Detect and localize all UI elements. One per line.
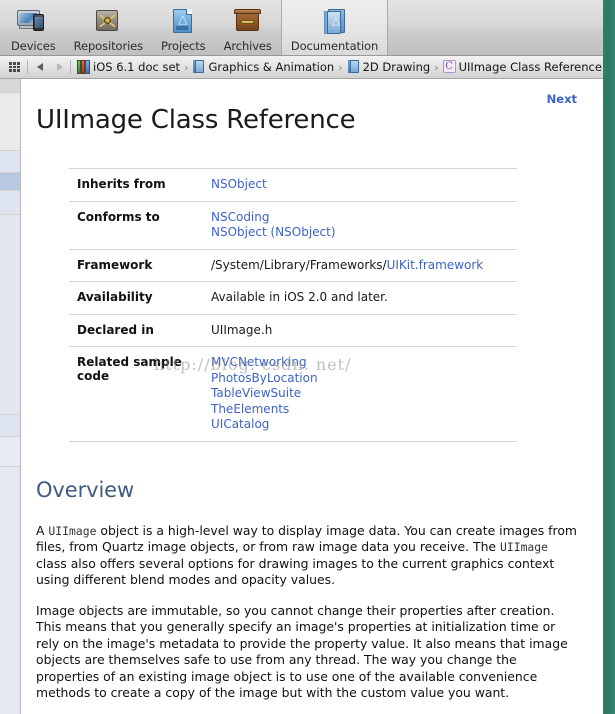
breadcrumb-item-docset[interactable]: iOS 6.1 doc set (77, 60, 180, 74)
breadcrumb-bar: iOS 6.1 doc set › Graphics & Animation ›… (0, 56, 603, 79)
tab-projects[interactable]: △ Projects (152, 0, 215, 55)
back-arrow-icon[interactable] (34, 60, 48, 74)
sidebar-row[interactable] (0, 215, 20, 415)
spec-key: Related sample code (69, 346, 211, 441)
spec-value-link[interactable]: MVCNetworking (211, 355, 307, 369)
breadcrumb-label-docset: iOS 6.1 doc set (93, 60, 181, 74)
tab-projects-label: Projects (161, 39, 206, 53)
sidebar-row[interactable] (0, 437, 20, 467)
table-row: Inherits from NSObject (69, 169, 517, 202)
class-icon: C (442, 60, 456, 74)
inline-code: UIImage (48, 523, 97, 538)
table-row: Framework/System/Library/Frameworks/UIKi… (69, 248, 517, 282)
book-icon (192, 60, 205, 74)
repositories-icon (91, 7, 125, 37)
overview-heading: Overview (36, 477, 135, 502)
table-row: Related sample code MVCNetworking PhotosBy… (69, 346, 517, 441)
spec-value-link[interactable]: NSObject (211, 177, 267, 191)
spec-value: NSCoding NSObject (NSObject) (211, 200, 517, 249)
spec-value-text: Available in iOS 2.0 and later. (211, 290, 388, 304)
sidebar-row[interactable] (0, 151, 20, 173)
sidebar-row[interactable] (0, 415, 20, 437)
tab-repositories-label: Repositories (73, 39, 144, 53)
xcode-organizer-window: Devices Repositories △ Projects Archives… (0, 0, 615, 714)
documentation-content-pane: Next UIImage Class Reference Inherits fr… (22, 79, 603, 714)
sidebar-row[interactable] (0, 173, 20, 191)
docset-icon (77, 60, 90, 74)
navigator-sidebar[interactable] (0, 79, 21, 714)
spec-key: Declared in (69, 313, 211, 347)
sidebar-row[interactable] (0, 467, 20, 714)
page-title: UIImage Class Reference (36, 105, 356, 135)
breadcrumb-label-graphics-animation: Graphics & Animation (208, 60, 335, 74)
toolbar-divider (27, 60, 28, 74)
forward-arrow-icon[interactable] (52, 60, 66, 74)
breadcrumb-label-2d-drawing: 2D Drawing (362, 60, 431, 74)
overview-rule (36, 507, 576, 509)
tab-repositories[interactable]: Repositories (65, 0, 152, 55)
breadcrumb-item-2d-drawing[interactable]: 2D Drawing (347, 60, 431, 74)
spec-key: Availability (69, 281, 211, 314)
spec-key: Inherits from (77, 177, 166, 191)
breadcrumb-item-uiimage-class-reference[interactable]: C UIImage Class Reference (442, 60, 602, 74)
spec-value: UIImage.h (211, 313, 517, 347)
devices-icon (16, 7, 50, 37)
tab-documentation[interactable]: △ Documentation (280, 0, 389, 55)
archives-icon (231, 7, 265, 37)
spec-key: Conforms to (69, 200, 211, 249)
desktop-background-stripe (603, 0, 615, 714)
class-spec-table: Inherits from NSObject Conforms to NSCoding… (69, 168, 517, 442)
spec-value-link[interactable]: UICatalog (211, 417, 269, 431)
tab-documentation-label: Documentation (290, 39, 379, 53)
tab-archives-label: Archives (223, 39, 272, 53)
spec-key: Framework (69, 248, 211, 282)
spec-value-link[interactable]: UIKit.framework (387, 258, 484, 272)
spec-value-link[interactable]: TableViewSuite (211, 386, 301, 400)
spec-value-text: UIImage.h (211, 322, 273, 337)
projects-icon: △ (166, 7, 200, 37)
grid-view-icon[interactable] (9, 62, 20, 72)
spec-value-text: /System/Library/Frameworks/ (211, 257, 387, 272)
breadcrumb-item-graphics-animation[interactable]: Graphics & Animation (192, 60, 334, 74)
table-row: Availability Available in iOS 2.0 and lat… (69, 281, 517, 314)
tab-archives[interactable]: Archives (215, 0, 281, 55)
documentation-icon: △ (317, 7, 351, 37)
tab-devices[interactable]: Devices (2, 0, 65, 55)
sidebar-row[interactable] (0, 93, 20, 151)
spec-value: Available in iOS 2.0 and later. (211, 281, 517, 314)
tab-devices-label: Devices (11, 39, 56, 53)
overview-paragraph-1: A UIImage object is a high-level way to … (36, 522, 577, 588)
table-row: Conforms to NSCoding NSObject (NSObject) (69, 200, 517, 249)
spec-value-link[interactable]: NSObject (NSObject) (211, 225, 336, 239)
next-link[interactable]: Next (547, 92, 577, 106)
spec-value-link[interactable]: PhotosByLocation (211, 371, 318, 385)
spec-value: MVCNetworking PhotosByLocation TableViewSu… (211, 346, 517, 441)
toolbar-divider-2 (70, 60, 71, 74)
spec-value: NSObject (211, 169, 517, 202)
class-icon-glyph: C (442, 60, 456, 73)
breadcrumb-separator-1: › (184, 60, 189, 74)
spec-value: /System/Library/Frameworks/UIKit.framewo… (211, 248, 517, 282)
inline-code: UIImage (500, 540, 549, 554)
spec-value-link[interactable]: TheElements (211, 402, 289, 416)
breadcrumb-separator-3: › (434, 60, 439, 74)
spec-value-link[interactable]: NSCoding (211, 210, 270, 224)
breadcrumb-separator-2: › (338, 60, 343, 74)
book-icon-2 (347, 60, 360, 74)
table-row: Declared in UIImage.h (69, 313, 517, 347)
overview-paragraph-2: Image objects are immutable, so you cann… (36, 602, 568, 701)
breadcrumb-label-uiimage-class-reference: UIImage Class Reference (458, 60, 602, 74)
organizer-toolbar: Devices Repositories △ Projects Archives… (0, 0, 603, 56)
sidebar-row[interactable] (0, 79, 20, 93)
sidebar-row[interactable] (0, 191, 20, 215)
